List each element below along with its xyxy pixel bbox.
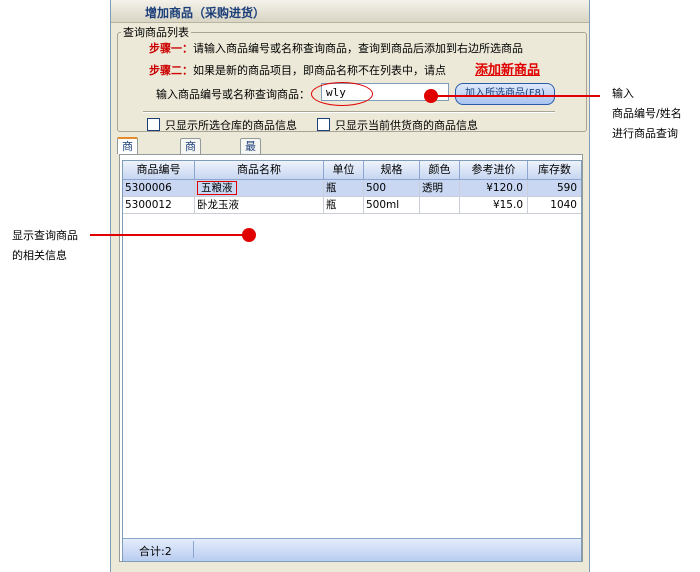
supplier-only-label: 只显示当前供货商的商品信息 xyxy=(335,119,478,132)
annotation-search-line3: 进行商品查询 xyxy=(612,127,678,140)
annotation-line-search xyxy=(432,95,600,97)
annotation-search: 输入 商品编号/姓名 进行商品查询 xyxy=(612,84,682,144)
cell-spec: 500ml xyxy=(364,197,420,214)
cell-name: 卧龙玉液 xyxy=(195,197,324,214)
column-header-unit[interactable]: 单位 xyxy=(324,161,364,179)
cell-code: 5300012 xyxy=(123,197,195,214)
column-header-spec[interactable]: 规格 xyxy=(364,161,420,179)
table-row[interactable]: 5300006 五粮液 瓶 500 透明 ¥120.0 590 xyxy=(123,180,581,197)
column-header-name[interactable]: 商品名称 xyxy=(195,161,324,179)
cell-code: 5300006 xyxy=(123,180,195,197)
cell-stock: 590 xyxy=(528,180,581,197)
tab-recent-purchases[interactable]: 最近进货 xyxy=(240,138,261,198)
tab-panel: 商品编号 商品名称 单位 规格 颜色 参考进价 库存数 5300006 五粮液 … xyxy=(119,154,583,562)
column-header-color[interactable]: 颜色 xyxy=(420,161,460,179)
title-bar: 增加商品（采购进货） xyxy=(111,0,589,23)
annotation-results-line1: 显示查询商品 xyxy=(12,229,78,242)
cell-unit: 瓶 xyxy=(324,197,364,214)
grid-header: 商品编号 商品名称 单位 规格 颜色 参考进价 库存数 xyxy=(123,161,581,180)
add-selected-button[interactable]: 加入所选商品(F8) xyxy=(455,83,555,105)
checkbox-box[interactable] xyxy=(147,118,160,131)
name-highlight-box: 五粮液 xyxy=(197,181,237,195)
annotation-search-line1: 输入 xyxy=(612,87,634,100)
supplier-only-checkbox[interactable]: 只显示当前供货商的商品信息 xyxy=(317,117,478,133)
warehouse-only-label: 只显示所选仓库的商品信息 xyxy=(165,119,297,132)
column-header-ref-price[interactable]: 参考进价 xyxy=(460,161,528,179)
cell-color xyxy=(420,197,460,214)
query-group-legend: 查询商品列表 xyxy=(121,24,191,40)
checkbox-box[interactable] xyxy=(317,118,330,131)
annotation-results-line2: 的相关信息 xyxy=(12,249,67,262)
cell-ref-price: ¥120.0 xyxy=(460,180,528,197)
product-grid: 商品编号 商品名称 单位 规格 颜色 参考进价 库存数 5300006 五粮液 … xyxy=(122,160,582,562)
column-header-stock[interactable]: 库存数 xyxy=(528,161,581,179)
annotation-line-results xyxy=(90,234,246,236)
window-title: 增加商品（采购进货） xyxy=(145,6,266,20)
search-highlight-oval xyxy=(311,82,373,106)
annotation-results: 显示查询商品 的相关信息 xyxy=(12,226,78,266)
step-one-label: 步骤一： xyxy=(149,42,193,55)
step-one: 步骤一：请输入商品编号或名称查询商品，查询到商品后添加到右边所选商品 xyxy=(149,40,523,56)
add-product-window: 增加商品（采购进货） 查询商品列表 步骤一：请输入商品编号或名称查询商品，查询到… xyxy=(110,0,590,572)
cell-unit: 瓶 xyxy=(324,180,364,197)
total-count: 合计:2 xyxy=(139,545,172,558)
footer-divider xyxy=(193,541,194,558)
tab-product-catalog[interactable]: 商品列表 xyxy=(180,138,201,198)
grid-footer: 合计:2 xyxy=(123,538,581,561)
cell-spec: 500 xyxy=(364,180,420,197)
step-two: 步骤二：如果是新的商品项目，即商品名称不在列表中，请点 xyxy=(149,62,446,78)
step-two-text: 如果是新的商品项目，即商品名称不在列表中，请点 xyxy=(193,64,446,77)
step-one-text: 请输入商品编号或名称查询商品，查询到商品后添加到右边所选商品 xyxy=(193,42,523,55)
warehouse-only-checkbox[interactable]: 只显示所选仓库的商品信息 xyxy=(147,117,297,133)
cell-ref-price: ¥15.0 xyxy=(460,197,528,214)
separator xyxy=(143,111,555,113)
annotation-search-line2: 商品编号/姓名 xyxy=(612,107,682,120)
cell-stock: 1040 xyxy=(528,197,581,214)
cell-name: 五粮液 xyxy=(195,180,324,197)
add-new-product-link[interactable]: 添加新商品 xyxy=(475,59,540,78)
search-label: 输入商品编号或名称查询商品： xyxy=(156,88,310,101)
column-header-code[interactable]: 商品编号 xyxy=(123,161,195,179)
table-row[interactable]: 5300012 卧龙玉液 瓶 500ml ¥15.0 1040 xyxy=(123,197,581,214)
cell-color: 透明 xyxy=(420,180,460,197)
tab-product-list[interactable]: 商品清单 xyxy=(117,137,138,198)
step-two-label: 步骤二： xyxy=(149,64,193,77)
